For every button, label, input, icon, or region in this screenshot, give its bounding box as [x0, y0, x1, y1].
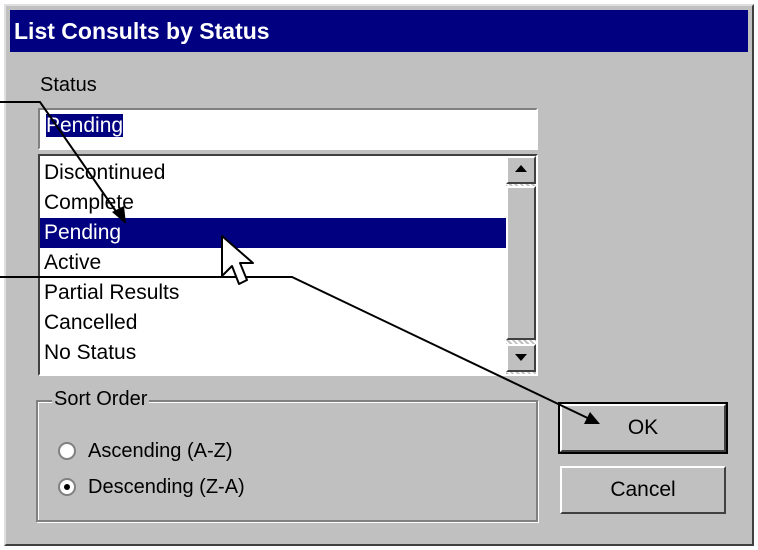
list-item-pending[interactable]: Pending [40, 218, 506, 248]
list-item-no-status[interactable]: No Status [40, 338, 506, 368]
scroll-thumb[interactable] [506, 186, 536, 340]
ok-button[interactable]: OK [558, 402, 728, 454]
cancel-button[interactable]: Cancel [560, 466, 726, 514]
dialog-title: List Consults by Status [10, 10, 748, 52]
scroll-down-button[interactable] [506, 344, 536, 372]
list-item-complete[interactable]: Complete [40, 188, 506, 218]
radio-label-ascending: Ascending (A-Z) [88, 439, 233, 462]
list-item-cancelled[interactable]: Cancelled [40, 308, 506, 338]
status-list: Discontinued Complete Pending Active Par… [40, 158, 506, 368]
dialog-window: List Consults by Status Status Pending D… [0, 0, 758, 550]
sort-order-label: Sort Order [52, 388, 150, 411]
status-listbox[interactable]: Discontinued Complete Pending Active Par… [38, 154, 538, 376]
radio-button[interactable] [58, 442, 76, 460]
scroll-up-button[interactable] [506, 156, 536, 184]
up-arrow-icon [515, 165, 527, 172]
radio-label-descending: Descending (Z-A) [88, 475, 245, 498]
down-arrow-icon [515, 354, 527, 361]
radio-ascending[interactable]: Ascending (A-Z) [58, 436, 233, 466]
list-item-discontinued[interactable]: Discontinued [40, 158, 506, 188]
radio-button-checked[interactable] [58, 478, 76, 496]
list-scrollbar[interactable] [506, 156, 536, 374]
list-item-active[interactable]: Active [40, 248, 506, 278]
status-label: Status [40, 74, 97, 96]
status-input[interactable]: Pending [38, 108, 538, 150]
list-item-partial-results[interactable]: Partial Results [40, 278, 506, 308]
radio-descending[interactable]: Descending (Z-A) [58, 472, 245, 502]
status-input-value: Pending [46, 114, 124, 137]
